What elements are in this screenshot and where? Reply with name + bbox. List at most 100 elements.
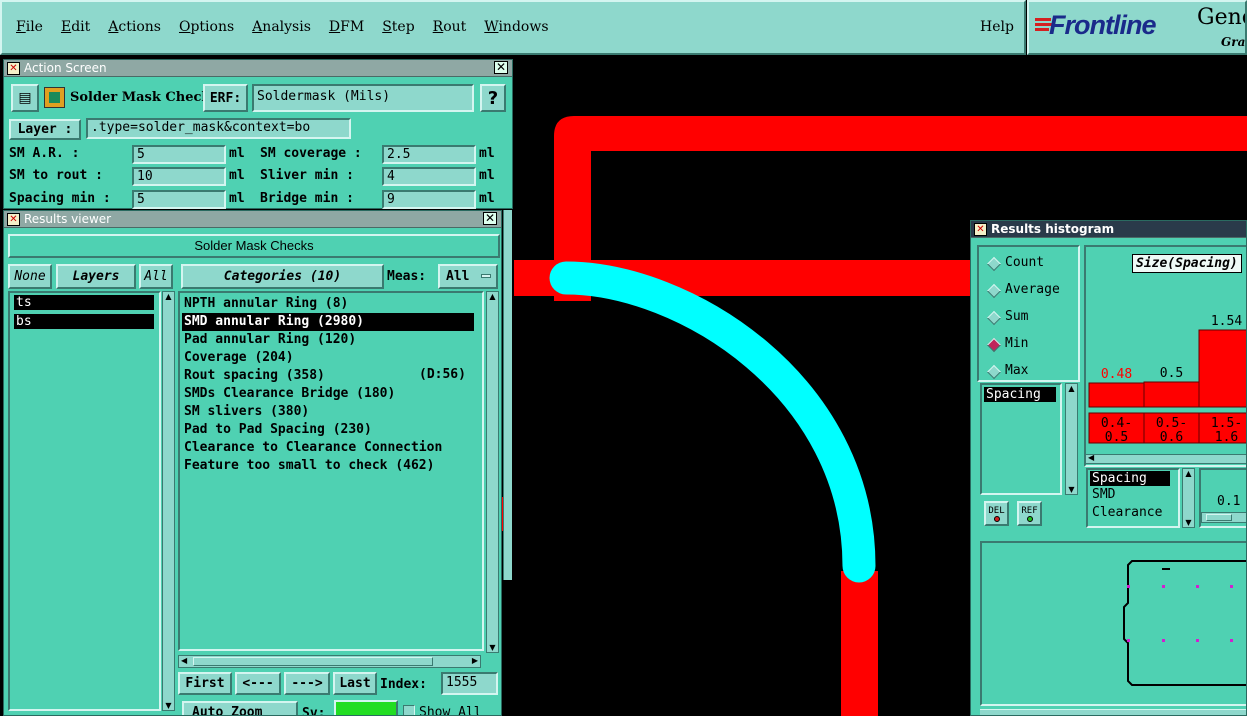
histogram-bar[interactable] (1088, 382, 1145, 408)
menu-help[interactable]: Help (980, 19, 1014, 35)
frontline-logo: Frontline (1049, 10, 1156, 40)
all-layers-button[interactable]: All (139, 264, 173, 289)
index-field[interactable]: 1555 (441, 672, 498, 695)
category-item[interactable]: SMD annular Ring (2980) (182, 313, 474, 331)
del-button[interactable]: DEL (984, 501, 1009, 526)
radio-max[interactable] (986, 364, 1002, 380)
histogram-bar[interactable] (1198, 329, 1247, 408)
categories-vscroll[interactable]: ▲ ▼ (486, 291, 499, 653)
window-menu-icon[interactable]: ✕ (7, 213, 20, 226)
param-field-sm-coverage[interactable]: 2.5 (382, 145, 476, 164)
action-screen-window: ✕ Action Screen ✕ ▤ Solder Mask Checks E… (3, 59, 513, 209)
measure-list[interactable]: Spacing (980, 383, 1062, 495)
scale-slider[interactable] (1201, 512, 1246, 523)
category-item[interactable]: SM slivers (380) (184, 403, 478, 421)
category-item[interactable]: Pad annular Ring (120) (184, 331, 478, 349)
radio-average[interactable] (986, 283, 1002, 299)
category-item[interactable]: Pad to Pad Spacing (230) (184, 421, 478, 439)
layer-item-ts[interactable]: ts (14, 295, 154, 310)
board-preview[interactable] (980, 541, 1246, 706)
radio-sum[interactable] (986, 310, 1002, 326)
param-unit: ml (229, 168, 245, 183)
window-menu-icon[interactable]: ✕ (974, 223, 987, 236)
param-field-bridge-min[interactable]: 9 (382, 190, 476, 209)
histogram-bar[interactable] (1143, 381, 1200, 408)
none-button[interactable]: None (8, 264, 52, 289)
layer-item-bs[interactable]: bs (14, 314, 154, 329)
histogram-titlebar[interactable]: ✕ Results histogram (971, 221, 1246, 238)
layer-field[interactable]: .type=solder_mask&context=bo (86, 118, 351, 139)
action-screen-titlebar[interactable]: ✕ Action Screen ✕ (4, 60, 512, 77)
results-viewer-window: ✕ Results viewer ✕ Solder Mask Checks No… (3, 210, 502, 716)
histogram-bottom-buttons[interactable] (980, 709, 1246, 715)
menu-item-options[interactable]: Options (179, 19, 234, 35)
sv-color-dropdown[interactable] (334, 700, 398, 715)
results-viewer-title: Results viewer (24, 212, 112, 226)
first-button[interactable]: First (178, 672, 232, 695)
radio-count[interactable] (986, 256, 1002, 272)
menu-item-dfm[interactable]: DFM (329, 19, 364, 35)
param-field-spacing-min[interactable]: 5 (132, 190, 226, 209)
close-icon[interactable]: ✕ (483, 212, 497, 225)
erf-value-field[interactable]: Soldermask (Mils) (252, 84, 474, 112)
layer-button[interactable]: Layer : (9, 119, 81, 140)
dropdown-indicator-icon (481, 274, 491, 278)
prev-button[interactable]: <--- (235, 672, 281, 695)
category-item[interactable]: Feature too small to check (462) (184, 457, 478, 475)
categories-button[interactable]: Categories (10) (181, 264, 384, 289)
menu-item-windows[interactable]: Windows (484, 19, 548, 35)
category-item[interactable]: Clearance to Clearance Connection (184, 439, 478, 457)
categories-hscroll[interactable]: ◀ ▶ (178, 655, 481, 668)
category-item[interactable]: Coverage (204) (184, 349, 478, 367)
param-label-sliver-min: Sliver min : (260, 168, 354, 183)
measure-item-spacing[interactable]: Spacing (984, 387, 1056, 402)
histogram-bin-label: 0.5 (1105, 430, 1128, 445)
auto-zoom-dropdown[interactable]: Auto Zoom (182, 701, 298, 715)
menu-item-file[interactable]: File (16, 19, 43, 35)
histogram-chart: 0.480.4-0.50.50.5-0.61.541.5-1.6 (1088, 314, 1247, 445)
histogram-hscroll[interactable]: ◀ (1085, 453, 1246, 464)
layers-list[interactable]: ts bs (8, 291, 161, 711)
radio-min[interactable] (986, 337, 1002, 353)
param-unit: ml (229, 146, 245, 161)
field-item-clearance[interactable]: Clearance (1090, 504, 1176, 522)
window-menu-icon[interactable]: ✕ (7, 62, 20, 75)
histogram-value-label: 1.54 (1211, 314, 1242, 329)
field-list-scrollbar[interactable]: ▲ ▼ (1182, 468, 1195, 528)
histogram-bin-label: 0.5- (1156, 416, 1187, 431)
categories-list[interactable]: NPTH annular Ring (8) SMD annular Ring (2… (178, 291, 484, 651)
next-button[interactable]: ---> (284, 672, 330, 695)
results-viewer-titlebar[interactable]: ✕ Results viewer ✕ (4, 211, 501, 228)
red-trace-vertical (841, 571, 878, 716)
category-item[interactable]: SMDs Clearance Bridge (180) (184, 385, 478, 403)
show-all-checkbox[interactable] (403, 705, 415, 715)
category-item[interactable]: NPTH annular Ring (8) (184, 295, 478, 313)
index-label: Index: (380, 677, 427, 692)
measure-list-scrollbar[interactable]: ▲ ▼ (1065, 383, 1078, 495)
results-header: Solder Mask Checks (8, 234, 500, 258)
menu-item-step[interactable]: Step (382, 19, 414, 35)
meas-dropdown[interactable]: All (438, 264, 498, 289)
close-icon[interactable]: ✕ (494, 61, 508, 74)
histogram-bin-label: 1.6 (1215, 430, 1238, 445)
param-unit: ml (479, 191, 495, 206)
param-field-sm-to-rout[interactable]: 10 (132, 167, 226, 186)
scale-box: 0.1 (1199, 468, 1246, 528)
ref-button[interactable]: REF (1017, 501, 1042, 526)
field-item-spacing[interactable]: Spacing (1090, 471, 1170, 486)
param-field-sm-ar[interactable]: 5 (132, 145, 226, 164)
last-button[interactable]: Last (333, 672, 377, 695)
layers-button[interactable]: Layers (56, 264, 136, 289)
window-list-button[interactable]: ▤ (11, 84, 39, 112)
help-button[interactable]: ? (480, 84, 506, 112)
menu-item-analysis[interactable]: Analysis (252, 19, 311, 35)
param-unit: ml (479, 168, 495, 183)
menu-item-rout[interactable]: Rout (433, 19, 467, 35)
param-field-sliver-min[interactable]: 4 (382, 167, 476, 186)
menu-item-edit[interactable]: Edit (61, 19, 90, 35)
erf-button[interactable]: ERF: (203, 84, 248, 112)
field-list[interactable]: Spacing SMD Clearance (1086, 468, 1180, 528)
field-item-smd[interactable]: SMD (1090, 486, 1176, 504)
menu-item-actions[interactable]: Actions (108, 19, 161, 35)
layers-scrollbar[interactable]: ▲ ▼ (162, 291, 175, 711)
